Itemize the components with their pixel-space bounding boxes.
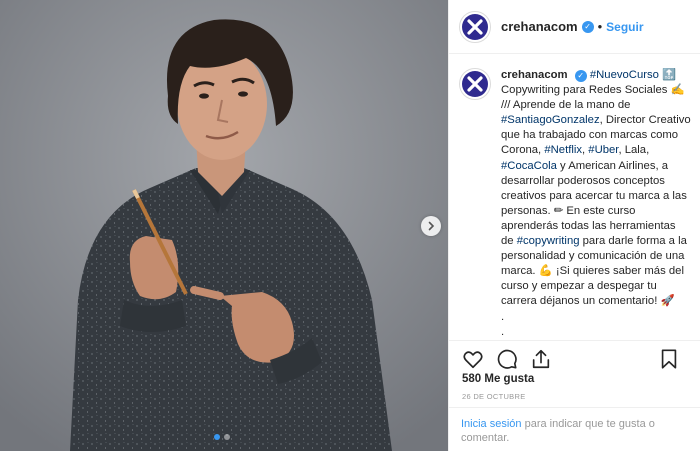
caption-dot-line: . [501,310,505,323]
hashtag-link[interactable]: #SantiagoGonzalez [501,114,600,126]
hashtag-link[interactable]: #Uber [588,144,618,156]
login-link[interactable]: Inicia sesión [461,418,522,430]
verified-badge-icon: ✓ [581,20,594,33]
hashtag-link[interactable]: #NuevoCurso [590,69,659,81]
post-date: 26 DE OCTUBRE [462,392,526,401]
carousel-indicator [214,434,230,440]
caption-body: #NuevoCurso 🔝 Copywriting para Redes Soc… [501,69,691,307]
post-side-panel: crehanacom ✓ • Seguir crehanacom ✓ #Nuev… [448,0,700,451]
bookmark-icon [661,349,677,369]
man-with-pencil-illustration [0,0,448,451]
crehana-logo-icon [462,13,488,40]
verified-badge-icon: ✓ [574,69,587,82]
post-caption: crehanacom ✓ #NuevoCurso 🔝 Copywriting p… [459,68,691,336]
share-icon [532,349,550,368]
hashtag-link[interactable]: #copywriting [517,235,580,247]
likes-count[interactable]: 580 Me gusta [462,373,534,385]
post-photo[interactable] [0,0,448,451]
caption-segment: y American Airlines, a desarrollar poder… [501,159,687,248]
carousel-dot [224,434,230,440]
save-button[interactable] [657,347,681,371]
avatar[interactable] [459,10,491,43]
post-actions [449,340,700,376]
like-button[interactable] [461,347,485,371]
caption-avatar[interactable] [459,68,491,100]
caption-trailing-dots: .. [501,310,691,337]
hashtag-link[interactable]: #Netflix [544,144,582,156]
login-prompt: Inicia sesión para indicar que te gusta … [449,407,700,451]
header-separator: • [597,19,603,34]
comment-button[interactable] [495,347,519,371]
caption-segment: , Lala, [618,144,650,157]
carousel-dot-active [214,434,220,440]
next-slide-button[interactable] [421,216,441,236]
heart-icon [463,350,483,368]
caption-text: crehanacom ✓ #NuevoCurso 🔝 Copywriting p… [501,68,691,336]
account-username[interactable]: crehanacom [501,19,578,34]
comment-icon [497,349,517,369]
follow-button[interactable]: Seguir [606,20,643,34]
hashtag-link[interactable]: #CocaCola [501,160,557,172]
caption-dot-line: . [501,325,505,336]
post-header: crehanacom ✓ • Seguir [449,0,700,54]
instagram-post: crehanacom ✓ • Seguir crehanacom ✓ #Nuev… [0,0,700,451]
share-button[interactable] [529,347,553,371]
caption-username[interactable]: crehanacom [501,69,568,81]
chevron-right-icon [428,221,435,231]
crehana-logo-icon [462,71,488,97]
